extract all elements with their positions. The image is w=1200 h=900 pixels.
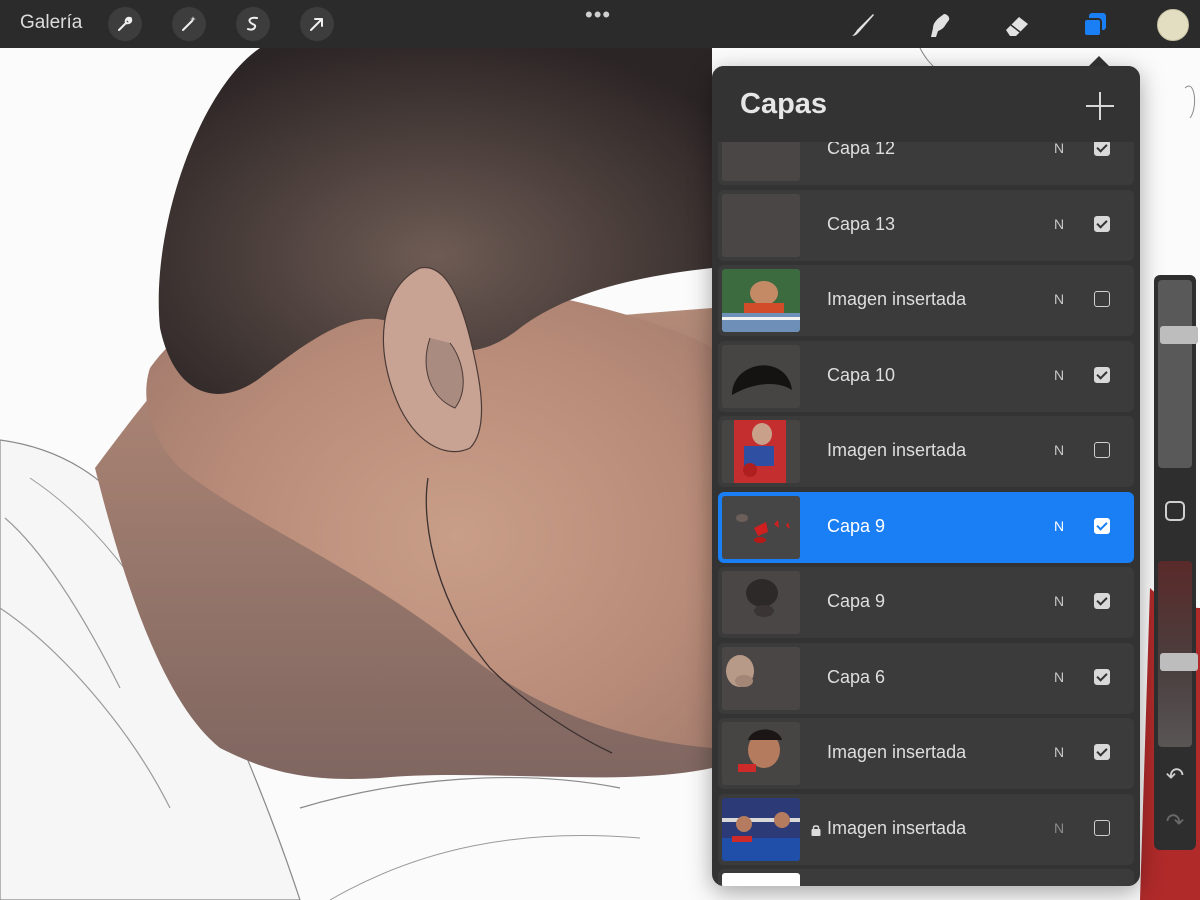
layer-thumbnail xyxy=(722,722,800,785)
visibility-checkbox[interactable] xyxy=(1094,820,1110,836)
layer-name: Capa 13 xyxy=(827,214,896,234)
layer-name: Imagen insertada xyxy=(827,289,967,309)
blend-mode-button[interactable]: N xyxy=(1054,669,1064,685)
blend-mode-button[interactable]: N xyxy=(1054,744,1064,760)
eraser-icon xyxy=(1006,17,1028,36)
opacity-handle[interactable] xyxy=(1160,653,1198,671)
visibility-checkbox[interactable] xyxy=(1094,291,1110,307)
layer-row[interactable]: Capa 13 N xyxy=(718,190,1134,261)
layer-thumbnail xyxy=(722,798,800,861)
color-picker-button[interactable] xyxy=(1157,9,1189,41)
side-toolbar: ↶ ↷ xyxy=(1154,275,1198,850)
layer-thumbnail xyxy=(722,420,800,483)
brush-icon xyxy=(852,14,874,36)
smudge-tool-button[interactable] xyxy=(922,8,956,42)
selection-button[interactable] xyxy=(236,7,270,41)
opacity-slider[interactable] xyxy=(1158,561,1198,747)
visibility-checkbox[interactable] xyxy=(1094,367,1110,383)
layer-row[interactable]: Imagen insertada N xyxy=(718,416,1134,487)
smudge-icon xyxy=(931,14,950,37)
lock-icon xyxy=(811,823,821,836)
layer-row[interactable]: Imagen insertada N xyxy=(718,718,1134,789)
layer-thumbnail xyxy=(722,873,800,886)
selection-icon xyxy=(247,16,258,31)
brush-size-slider[interactable] xyxy=(1158,280,1198,468)
layer-row[interactable]: Color de fondo xyxy=(718,869,1134,886)
layer-row[interactable]: Capa 10 N xyxy=(718,341,1134,412)
eraser-tool-button[interactable] xyxy=(1000,8,1034,42)
layer-name: Imagen insertada xyxy=(827,742,967,762)
blend-mode-button[interactable]: N xyxy=(1054,291,1064,307)
layer-thumbnail xyxy=(722,647,800,710)
gallery-button[interactable]: Galería xyxy=(20,12,82,34)
top-toolbar: Galería ••• xyxy=(0,0,1200,48)
layers-icon xyxy=(1083,13,1106,37)
undo-icon[interactable]: ↶ xyxy=(1164,765,1186,787)
visibility-checkbox[interactable] xyxy=(1094,744,1110,760)
layer-thumbnail xyxy=(722,345,800,408)
layer-list[interactable]: Capa 12 N Capa 13 N Imagen insertada N Capa 10… xyxy=(712,66,1140,886)
layer-thumbnail xyxy=(722,194,800,257)
visibility-checkbox[interactable] xyxy=(1094,593,1110,609)
layer-name: Imagen insertada xyxy=(827,440,967,460)
visibility-checkbox[interactable] xyxy=(1094,442,1110,458)
layers-panel: Capa 12 N Capa 13 N Imagen insertada N Capa 10… xyxy=(712,66,1140,886)
redo-icon[interactable]: ↷ xyxy=(1164,811,1186,833)
magic-wand-icon xyxy=(182,16,196,31)
visibility-checkbox[interactable] xyxy=(1094,140,1110,156)
layers-tool-button[interactable] xyxy=(1078,8,1112,42)
layer-name: Capa 10 xyxy=(827,365,896,385)
layer-thumbnail xyxy=(722,269,800,332)
visibility-checkbox[interactable] xyxy=(1094,518,1110,534)
brush-size-handle[interactable] xyxy=(1160,326,1198,344)
blend-mode-button[interactable]: N xyxy=(1054,518,1064,534)
blend-mode-button[interactable]: N xyxy=(1054,216,1064,232)
blend-mode-button[interactable]: N xyxy=(1054,820,1064,836)
visibility-checkbox[interactable] xyxy=(1094,216,1110,232)
layer-name: Imagen insertada xyxy=(827,818,967,838)
layer-row[interactable]: Imagen insertada N xyxy=(718,794,1134,865)
layer-row[interactable]: Capa 9 N xyxy=(718,567,1134,638)
layer-thumbnail xyxy=(722,496,800,559)
actions-button[interactable] xyxy=(108,7,142,41)
transform-arrow-icon xyxy=(310,18,323,31)
square-icon[interactable] xyxy=(1165,501,1185,521)
blend-mode-button[interactable]: N xyxy=(1054,593,1064,609)
blend-mode-button[interactable]: N xyxy=(1054,442,1064,458)
layer-row[interactable]: Capa 6 N xyxy=(718,643,1134,714)
wrench-icon xyxy=(118,16,133,31)
brush-tool-button[interactable] xyxy=(845,8,879,42)
layer-row[interactable]: Capa 9 N xyxy=(718,492,1134,563)
layer-thumbnail xyxy=(722,571,800,634)
layer-name: Capa 9 xyxy=(827,591,886,611)
blend-mode-button[interactable]: N xyxy=(1054,140,1064,156)
layer-name: Capa 6 xyxy=(827,667,886,687)
layers-panel-title: Capas xyxy=(740,88,828,120)
layers-panel-header: Capas xyxy=(712,66,1140,142)
plus-icon[interactable] xyxy=(1086,92,1114,120)
transform-button[interactable] xyxy=(300,7,334,41)
layer-row[interactable]: Imagen insertada N xyxy=(718,265,1134,336)
layer-name: Capa 9 xyxy=(827,516,886,536)
blend-mode-button[interactable]: N xyxy=(1054,367,1064,383)
visibility-checkbox[interactable] xyxy=(1094,669,1110,685)
more-menu-dots[interactable]: ••• xyxy=(585,2,611,28)
adjustments-button[interactable] xyxy=(172,7,206,41)
